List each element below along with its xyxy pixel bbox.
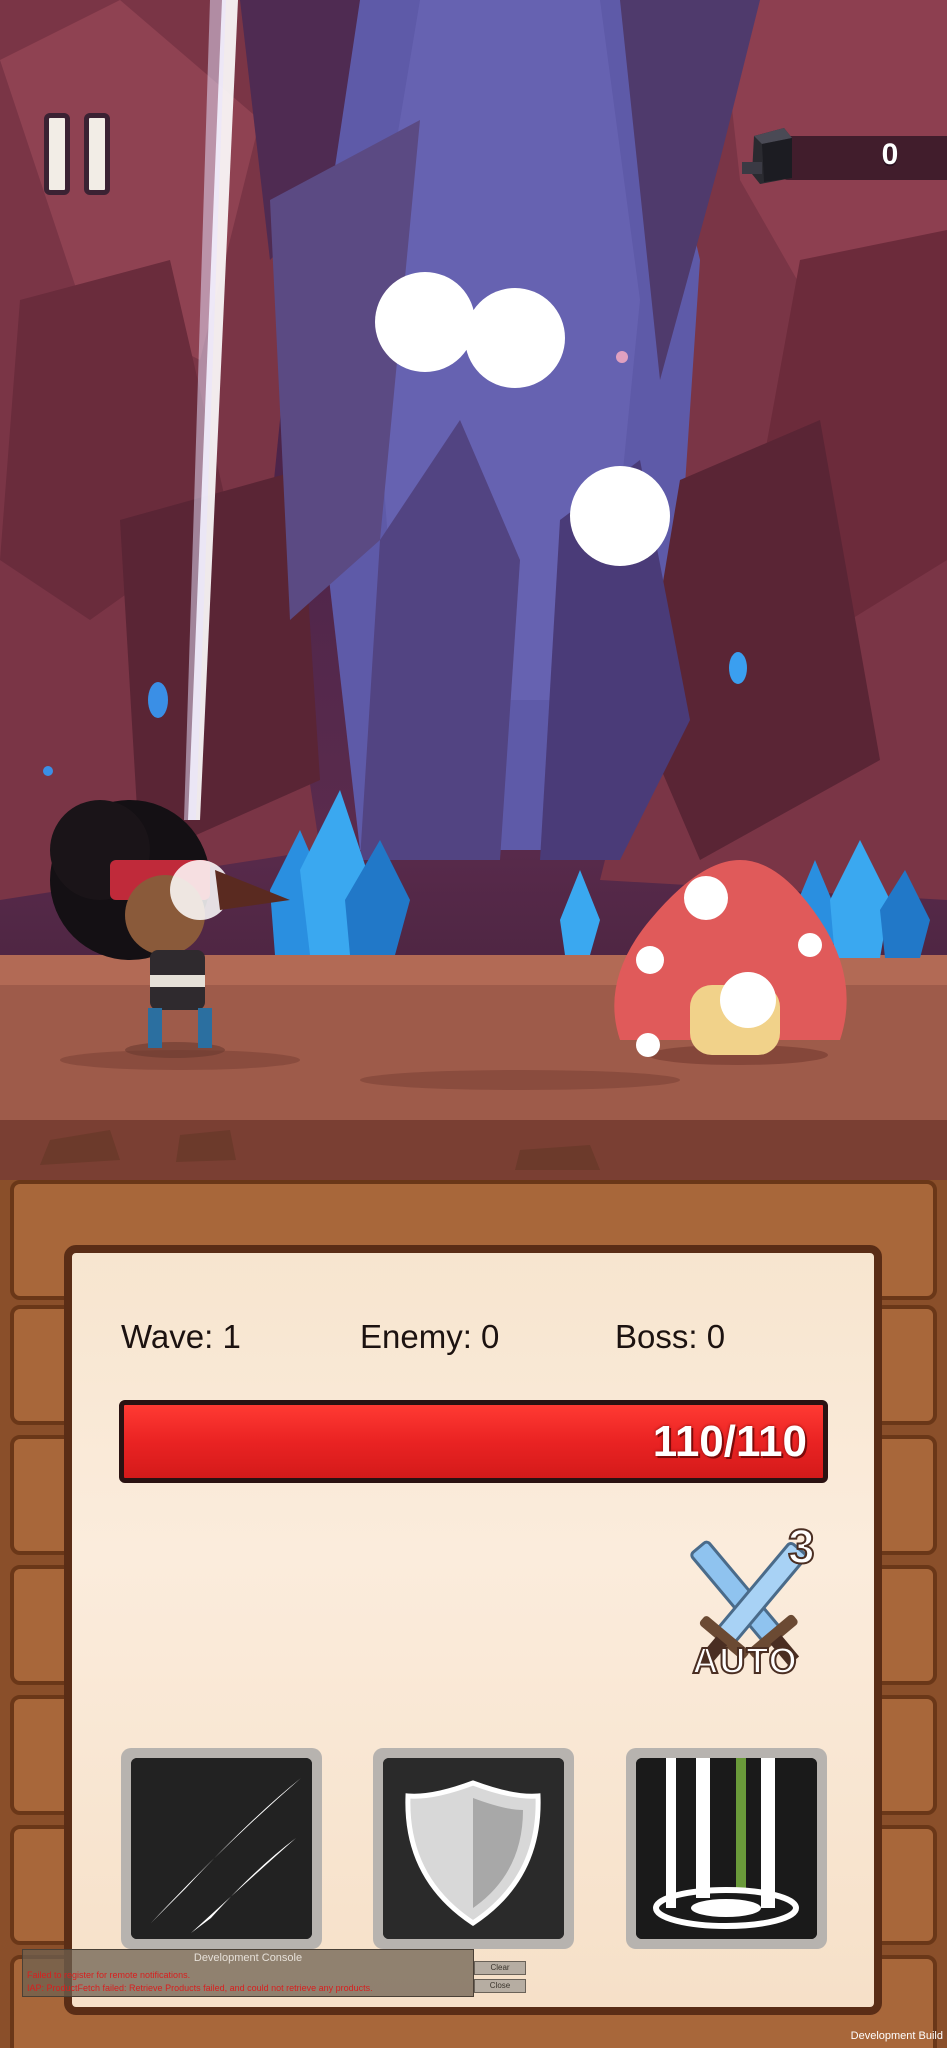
wave-counter: Wave: 1 <box>121 1318 241 1355</box>
ground-slam-icon <box>636 1758 817 1939</box>
dev-console-clear-button[interactable]: Clear <box>474 1961 526 1975</box>
skill-shield-button[interactable] <box>373 1748 574 1949</box>
dev-console: Development Console Failed to register f… <box>22 1949 474 1997</box>
dev-console-title: Development Console <box>193 1952 303 1964</box>
skill-slash-button[interactable] <box>121 1748 322 1949</box>
currency-value: 0 <box>881 138 899 171</box>
build-label: Development Build <box>850 2030 943 2042</box>
shield-icon <box>383 1758 564 1939</box>
pause-button[interactable] <box>44 113 114 195</box>
dev-console-close-button[interactable]: Close <box>474 1979 526 1993</box>
health-bar: 110/110 <box>119 1400 828 1483</box>
slash-claw-icon <box>131 1758 312 1939</box>
dev-console-line: IAP: ProductFetch failed: Retrieve Produ… <box>27 1983 373 1993</box>
enemy-counter: Enemy: 0 <box>360 1318 500 1355</box>
pause-icon <box>44 113 70 195</box>
anvil-icon <box>742 128 792 184</box>
dev-console-line: Failed to register for remote notificati… <box>27 1970 191 1980</box>
boss-counter: Boss: 0 <box>615 1318 726 1355</box>
auto-attack-button[interactable]: 3 AUTO <box>660 1520 835 1695</box>
auto-count: 3 <box>787 1520 816 1575</box>
auto-label: AUTO <box>691 1639 798 1682</box>
game-scene: 0 <box>0 0 947 1180</box>
health-text: 110/110 <box>652 1417 807 1466</box>
skill-groundslam-button[interactable] <box>626 1748 827 1949</box>
currency-counter: 0 <box>740 122 947 186</box>
